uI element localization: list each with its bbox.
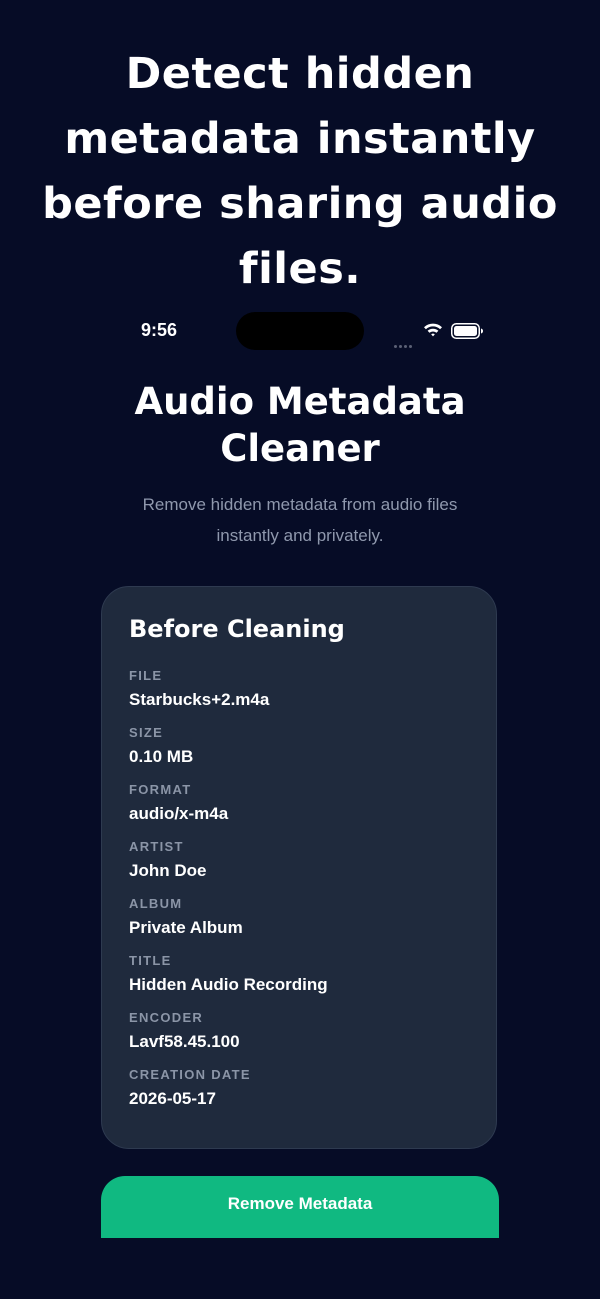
metadata-value: 2026-05-17 xyxy=(129,1089,216,1108)
metadata-row-title: TITLE Hidden Audio Recording xyxy=(129,952,469,1009)
metadata-value: audio/x-m4a xyxy=(129,804,229,823)
metadata-value: 0.10 MB xyxy=(129,747,194,766)
app-subtitle: Remove hidden metadata from audio files … xyxy=(110,489,490,551)
dynamic-island xyxy=(236,312,364,350)
app-title-line: Cleaner xyxy=(220,427,380,470)
metadata-label: CREATION DATE xyxy=(129,1067,251,1082)
metadata-value: Starbucks+2.m4a xyxy=(129,690,270,709)
metadata-label: ENCODER xyxy=(129,1010,204,1025)
metadata-row-format: FORMAT audio/x-m4a xyxy=(129,781,469,838)
status-time: 9:56 xyxy=(141,320,178,340)
metadata-value: Hidden Audio Recording xyxy=(129,975,328,994)
metadata-label: SIZE xyxy=(129,725,164,740)
metadata-row-album: ALBUM Private Album xyxy=(129,895,469,952)
cellular-dots-icon xyxy=(394,335,418,348)
metadata-value: Private Album xyxy=(129,918,243,937)
metadata-label: ARTIST xyxy=(129,839,184,854)
metadata-row-artist: ARTIST John Doe xyxy=(129,838,469,895)
metadata-label: FORMAT xyxy=(129,782,192,797)
metadata-row-file: FILE Starbucks+2.m4a xyxy=(129,667,469,724)
metadata-row-creation-date: CREATION DATE 2026-05-17 xyxy=(129,1066,469,1123)
before-cleaning-card: Before Cleaning FILE Starbucks+2.m4a SIZ… xyxy=(101,586,497,1149)
metadata-value: Lavf58.45.100 xyxy=(129,1032,240,1051)
remove-metadata-button[interactable]: Remove Metadata xyxy=(101,1176,499,1238)
metadata-list: FILE Starbucks+2.m4a SIZE 0.10 MB FORMAT… xyxy=(129,667,469,1123)
card-title: Before Cleaning xyxy=(129,615,345,643)
app-subtitle-line: instantly and privately. xyxy=(216,526,384,545)
metadata-label: TITLE xyxy=(129,953,172,968)
app-title: Audio Metadata Cleaner xyxy=(0,378,600,472)
metadata-row-encoder: ENCODER Lavf58.45.100 xyxy=(129,1009,469,1066)
status-bar: 9:56 xyxy=(0,310,600,352)
metadata-label: FILE xyxy=(129,668,163,683)
wifi-icon xyxy=(423,322,443,342)
promo-headline: Detect hidden metadata instantly before … xyxy=(42,49,558,294)
app-title-line: Audio Metadata xyxy=(134,380,466,423)
metadata-value: John Doe xyxy=(129,861,207,880)
app-subtitle-line: Remove hidden metadata from audio files xyxy=(142,495,458,514)
metadata-row-size: SIZE 0.10 MB xyxy=(129,724,469,781)
battery-icon xyxy=(451,323,484,344)
metadata-label: ALBUM xyxy=(129,896,183,911)
